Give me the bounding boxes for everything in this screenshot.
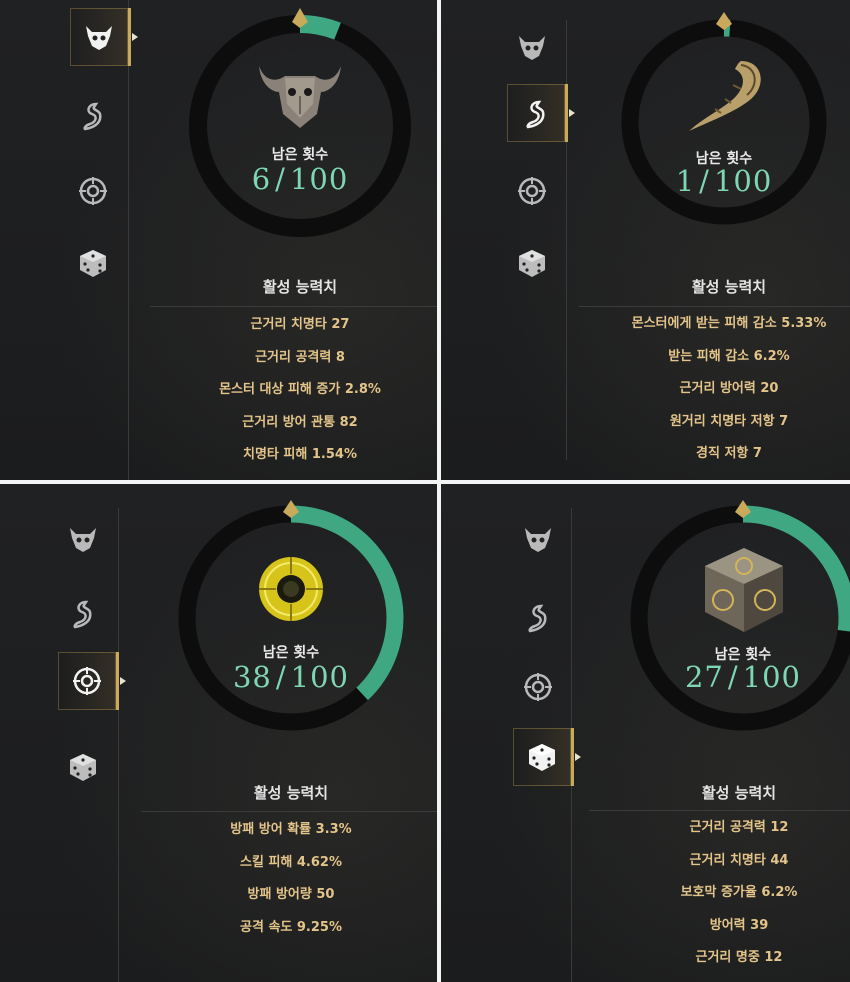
horn-emblem-icon	[73, 600, 92, 629]
remaining-count: 1/100	[614, 164, 834, 198]
count-separator: /	[699, 164, 710, 198]
count-separator: /	[275, 660, 287, 694]
stat-line: 보호막 증가율 6.2%	[680, 885, 798, 900]
tab-horn[interactable]	[509, 588, 567, 646]
count-separator: /	[727, 660, 739, 694]
stats-title: 활성 능력치	[691, 278, 767, 296]
relic-panel-bull: 남은 횟수 6/100 활성 능력치 근거리 치명타 27 근거리 공격력 8 …	[0, 0, 437, 480]
stat-line: 치명타 피해 1.54%	[243, 447, 357, 462]
stat-line: 스킬 피해 4.62%	[240, 854, 342, 870]
bull-emblem-icon	[519, 36, 545, 60]
stat-line: 근거리 치명타 27	[250, 317, 350, 332]
bull-emblem-icon	[70, 528, 96, 552]
tab-dice[interactable]	[64, 234, 122, 292]
count-separator: /	[275, 162, 286, 196]
tab-bull[interactable]	[54, 510, 112, 568]
stat-line: 방패 방어량 50	[247, 887, 335, 902]
runic-dice-icon	[705, 548, 783, 632]
eye-emblem-icon	[79, 177, 107, 205]
remaining-label: 남은 횟수	[271, 147, 329, 163]
relic-panel-dice: 남은 횟수 27/100 활성 능력치 근거리 공격력 12 근거리 치명타 4…	[441, 484, 850, 982]
remaining-value: 38	[232, 660, 272, 694]
stat-line: 몬스터에게 받는 피해 감소 5.33%	[631, 316, 827, 331]
remaining-count: 27/100	[633, 660, 850, 694]
tab-eye[interactable]	[58, 652, 126, 710]
tab-rail	[128, 0, 129, 480]
relic-panel-horn: 남은 횟수 1/100 활성 능력치 몬스터에게 받는 피해 감소 5.33% …	[441, 0, 850, 480]
panel-divider-vertical	[437, 0, 441, 982]
golden-eye-orb-icon	[259, 557, 323, 621]
panel-divider-horizontal	[0, 480, 850, 484]
stat-line: 근거리 방어력 20	[679, 381, 779, 396]
stats-title: 활성 능력치	[262, 278, 338, 296]
stats-list: 몬스터에게 받는 피해 감소 5.33% 받는 피해 감소 6.2% 근거리 방…	[579, 308, 850, 471]
stat-line: 받는 피해 감소 6.2%	[668, 348, 790, 364]
stat-line: 공격 속도 9.25%	[240, 919, 342, 935]
remaining-total: 100	[289, 162, 349, 196]
stats-divider	[579, 306, 850, 307]
stats-divider	[141, 811, 437, 812]
remaining-count: 38/100	[181, 660, 401, 694]
dice-emblem-icon	[80, 250, 106, 277]
stat-line: 근거리 공격력 8	[255, 349, 345, 365]
eye-emblem-icon	[524, 673, 552, 701]
stat-line: 근거리 치명타 44	[689, 852, 789, 868]
remaining-count: 6/100	[190, 162, 410, 196]
remaining-total: 100	[290, 660, 350, 694]
stat-line: 근거리 명중 12	[695, 950, 783, 965]
tab-bull[interactable]	[503, 18, 561, 76]
remaining-value: 27	[684, 660, 724, 694]
stat-line: 방패 방어 확률 3.3%	[230, 822, 352, 837]
stats-title: 활성 능력치	[701, 784, 777, 802]
stats-divider	[589, 810, 850, 811]
stat-line: 근거리 공격력 12	[689, 820, 789, 835]
bull-skull-icon	[259, 66, 341, 128]
tab-dice[interactable]	[54, 738, 112, 796]
tab-dice[interactable]	[503, 234, 561, 292]
remaining-label: 남은 횟수	[262, 645, 320, 661]
stat-line: 몬스터 대상 피해 증가 2.8%	[219, 382, 381, 397]
dice-emblem-icon	[70, 754, 96, 781]
stat-line: 원거리 치명타 저항 7	[669, 413, 789, 429]
eye-emblem-icon	[73, 667, 101, 695]
horn-emblem-icon	[83, 102, 102, 131]
stats-list: 방패 방어 확률 3.3% 스킬 피해 4.62% 방패 방어량 50 공격 속…	[141, 814, 437, 944]
bull-emblem-icon	[86, 26, 112, 50]
remaining-total: 100	[742, 660, 802, 694]
bull-emblem-icon	[525, 528, 551, 552]
stats-title: 활성 능력치	[253, 784, 329, 802]
tab-rail	[118, 508, 119, 982]
tab-dice[interactable]	[513, 728, 581, 786]
stats-list: 근거리 공격력 12 근거리 치명타 44 보호막 증가율 6.2% 방어력 3…	[589, 812, 850, 975]
stat-line: 방어력 39	[709, 917, 769, 933]
tab-horn[interactable]	[54, 584, 112, 642]
dice-emblem-icon	[519, 250, 545, 277]
remaining-value: 1	[675, 164, 696, 198]
horn-emblem-icon	[528, 604, 547, 633]
dice-emblem-icon	[529, 744, 555, 771]
horn-emblem-icon	[526, 100, 545, 129]
tab-eye[interactable]	[503, 162, 561, 220]
tab-bull[interactable]	[70, 8, 138, 66]
stats-list: 근거리 치명타 27 근거리 공격력 8 몬스터 대상 피해 증가 2.8% 근…	[150, 309, 437, 472]
remaining-total: 100	[713, 164, 773, 198]
remaining-value: 6	[251, 162, 272, 196]
tab-eye[interactable]	[509, 658, 567, 716]
tab-bull[interactable]	[509, 510, 567, 568]
tab-horn[interactable]	[64, 86, 122, 144]
relic-panel-eye: 남은 횟수 38/100 활성 능력치 방패 방어 확률 3.3% 스킬 피해 …	[0, 484, 437, 982]
stat-line: 근거리 방어 관통 82	[242, 414, 358, 430]
eye-emblem-icon	[518, 177, 546, 205]
tab-eye[interactable]	[64, 162, 122, 220]
horn-icon	[689, 61, 761, 131]
stats-divider	[150, 306, 437, 307]
stat-line: 경직 저항 7	[696, 446, 762, 461]
tab-horn[interactable]	[507, 84, 575, 142]
